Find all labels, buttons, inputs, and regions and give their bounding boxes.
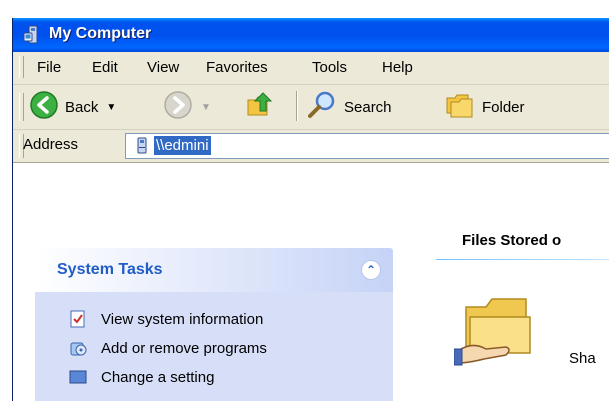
address-input[interactable]: \\edmini xyxy=(125,133,609,159)
task-pane: System Tasks ⌃ View system information A… xyxy=(13,163,424,401)
task-label: View system information xyxy=(101,310,264,328)
forward-dropdown-icon[interactable]: ▼ xyxy=(201,102,211,113)
search-icon xyxy=(306,89,338,125)
shared-folder-item[interactable] xyxy=(453,293,536,373)
system-info-icon xyxy=(69,310,87,328)
search-label: Search xyxy=(344,98,392,116)
menu-bar: File Edit View Favorites Tools Help xyxy=(13,52,609,85)
menu-edit[interactable]: Edit xyxy=(92,59,118,76)
toolbar-grip[interactable] xyxy=(19,93,24,121)
address-value: \\edmini xyxy=(154,136,211,155)
forward-button[interactable]: ▼ xyxy=(163,89,211,125)
search-button[interactable]: Search xyxy=(306,89,392,125)
folders-icon xyxy=(444,89,476,125)
task-view-system-information[interactable]: View system information xyxy=(69,308,263,330)
menu-file[interactable]: File xyxy=(37,59,61,76)
up-folder-button[interactable] xyxy=(245,89,277,125)
menu-help[interactable]: Help xyxy=(382,59,413,76)
control-panel-icon xyxy=(69,368,87,386)
files-group-heading: Files Stored o xyxy=(462,232,562,249)
my-computer-icon xyxy=(23,25,43,49)
back-button[interactable]: Back ▼ xyxy=(29,89,116,125)
address-bar: Address \\edmini xyxy=(13,130,609,163)
shared-folder-icon xyxy=(453,298,536,373)
back-arrow-icon xyxy=(29,90,59,124)
collapse-icon[interactable]: ⌃ xyxy=(361,260,381,280)
address-label: Address xyxy=(23,136,79,153)
shared-folder-label[interactable]: Sha xyxy=(569,350,596,367)
menu-tools[interactable]: Tools xyxy=(312,59,347,76)
task-add-remove-programs[interactable]: Add or remove programs xyxy=(69,337,267,359)
folders-button[interactable]: Folder xyxy=(444,89,525,125)
back-dropdown-icon[interactable]: ▼ xyxy=(106,102,116,113)
system-tasks-header[interactable]: System Tasks ⌃ xyxy=(35,248,393,292)
folders-label: Folder xyxy=(482,98,525,116)
system-tasks-list: View system information Add or remove pr… xyxy=(35,292,393,401)
menu-view[interactable]: View xyxy=(147,59,179,76)
network-computer-icon xyxy=(134,137,150,159)
window-title: My Computer xyxy=(49,25,152,42)
files-heading-rule xyxy=(436,259,609,260)
toolbar-separator xyxy=(296,91,298,121)
title-bar[interactable]: My Computer xyxy=(13,18,609,52)
system-tasks-title: System Tasks xyxy=(57,261,163,278)
up-folder-icon xyxy=(245,89,277,125)
add-remove-programs-icon xyxy=(69,339,87,357)
task-label: Change a setting xyxy=(101,368,215,386)
task-change-a-setting[interactable]: Change a setting xyxy=(69,366,214,388)
content-area: System Tasks ⌃ View system information A… xyxy=(13,163,609,401)
standard-toolbar: Back ▼ ▼ Search Folder xyxy=(13,85,609,130)
back-label: Back xyxy=(65,98,99,116)
files-pane: Files Stored o Sha xyxy=(424,163,609,401)
explorer-window: My Computer File Edit View Favorites Too… xyxy=(12,18,609,401)
menubar-grip[interactable] xyxy=(19,56,24,78)
task-label: Add or remove programs xyxy=(101,339,267,357)
menu-favorites[interactable]: Favorites xyxy=(206,59,268,76)
forward-arrow-icon xyxy=(163,90,193,124)
